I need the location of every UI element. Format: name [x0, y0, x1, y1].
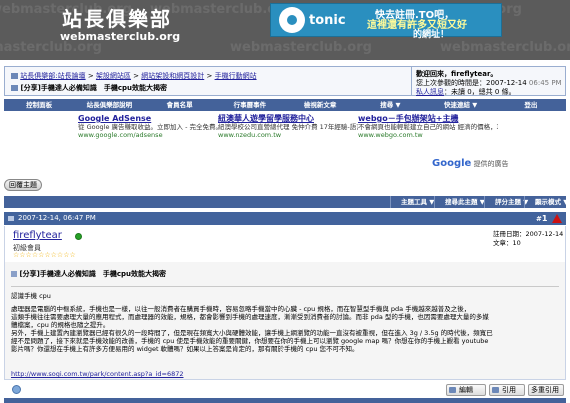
online-status-icon [75, 233, 82, 240]
user-info-box: 歡迎回來，fireflytear。 您上次參觀的時間是：2007-12-14 0… [411, 67, 567, 96]
private-messages-count: ：未讀 0，總共 0 條。 [444, 88, 516, 96]
current-thread-title-text: [分享]手機達人必備知識 手機cpu效能大揭密 [20, 84, 167, 92]
menu-calendar[interactable]: 行事曆事件 [215, 99, 285, 111]
menu-members[interactable]: 會員名單 [145, 99, 215, 111]
quote-post-button[interactable]: 引用 [489, 384, 525, 396]
reputation-icon[interactable] [12, 385, 21, 394]
banner-line-3: 的網址！ [413, 30, 450, 40]
post-number-value[interactable]: 1 [542, 214, 548, 223]
breadcrumb: 站長俱樂部:站長論壇 > 架設網站區 > 網站架設和網頁設計 > 手機行動網站 [11, 71, 257, 81]
current-username[interactable]: fireflytear [451, 70, 490, 78]
ad-text: 不會網頁也能輕鬆建立自己的網站 經濟的價格，功能強大的專業服務 [358, 123, 498, 131]
post-divider [11, 286, 559, 287]
watermark-text: webmasterclub.org [230, 40, 372, 55]
thread-tools-bar: 主題工具 ▼ 搜尋此主題 ▼ 評分主題 ▼ 顯示模式 ▼ [4, 196, 568, 208]
search-thread-menu[interactable]: 搜尋此主題 ▼ [434, 196, 485, 208]
last-visit-date: 2007-12-14 [486, 79, 527, 87]
ad-item[interactable]: webgo－手包辦架站+主機 不會網頁也能輕鬆建立自己的網站 經濟的價格，功能強… [358, 115, 498, 140]
banner-brand: tonic [309, 13, 346, 28]
post-paragraph: 體檔案，cpu 的規格也隨之提升。 [11, 321, 110, 329]
ad-url[interactable]: www.webgo.com.tw [358, 131, 498, 139]
post-number[interactable]: #1 [536, 212, 547, 226]
rate-thread-menu[interactable]: 評分主題 ▼ [484, 196, 528, 208]
breadcrumb-item[interactable]: 站長俱樂部:站長論壇 [20, 72, 85, 80]
banner-ad[interactable]: tonic 快去註冊.TO吧， 這裡還有許多又短又好 的網址！ [270, 3, 502, 40]
post-author-info: fireflytear 初級會員 ☆☆☆☆☆☆☆☆☆☆ 註冊日期：2007-12… [4, 226, 566, 262]
ad-item[interactable]: 紐澳華人遊學留學服務中心 紐澳學校公司直營總代理 免仲介費 17年經驗-語言 打… [218, 115, 358, 140]
site-logo-domain[interactable]: webmasterclub.org [60, 30, 180, 43]
post-paragraph: 經不是問題了，接下來就是手機效能的改善，手機的 cpu 使是手機效能的重要關鍵，… [11, 337, 489, 345]
post-paragraph: 認識手機 cpu [11, 292, 51, 300]
quote-icon [492, 387, 499, 393]
post-status-icon [8, 216, 14, 221]
tonic-logo-icon [279, 7, 305, 33]
current-thread-title: [分享]手機達人必備知識 手機cpu效能大揭密 [11, 83, 167, 93]
menu-control-panel[interactable]: 控制面板 [4, 99, 74, 111]
breadcrumb-item[interactable]: 架設網站區 [96, 72, 131, 80]
navbar: 站長俱樂部:站長論壇 > 架設網站區 > 網站架設和網頁設計 > 手機行動網站 … [4, 66, 566, 96]
posts-label: 文章： [493, 239, 513, 247]
breadcrumb-item[interactable]: 手機行動網站 [215, 72, 257, 80]
menu-quick-links[interactable]: 快速連結 ▼ [426, 99, 496, 111]
post-paragraph: 另外，手機上建置內建瀏覽器已經有很久的一段時間了，但是現在頻寬大小與硬體效能，讓… [11, 329, 493, 337]
post-author-stats: 註冊日期：2007-12-14 文章：10 [493, 230, 563, 248]
edit-post-label: 編輯 [459, 386, 473, 394]
joined-label: 註冊日期： [493, 230, 526, 238]
post-date: 2007-12-14, 06:47 PM [18, 214, 96, 222]
forum-home-icon[interactable] [11, 73, 18, 79]
joined-date: 2007-12-14 [525, 230, 564, 238]
multi-quote-button[interactable]: 多重引用 [528, 384, 564, 396]
welcome-separator: 。 [490, 70, 498, 78]
ads-by-label: 提供的廣告 [473, 160, 509, 168]
ad-item[interactable]: Google AdSense 從 Google 廣告賺取收益。立即加入 - 完全… [78, 115, 218, 140]
thread-icon [11, 85, 18, 91]
menu-help[interactable]: 站長俱樂部說明 [74, 99, 144, 111]
reply-thread-button[interactable]: 回覆主題 [4, 179, 42, 191]
post-title: [分享]手機達人必備知識 手機cpu效能大揭密 [11, 269, 559, 279]
menu-new-posts[interactable]: 檢視新文章 [285, 99, 355, 111]
google-logo: Google [432, 158, 472, 169]
edit-post-button[interactable]: 編輯 [446, 384, 486, 396]
menu-logout[interactable]: 登出 [496, 99, 566, 111]
post-body: [分享]手機達人必備知識 手機cpu效能大揭密 認識手機 cpu 處理器是電腦的… [4, 262, 566, 380]
private-messages-link[interactable]: 私人訊息 [416, 88, 444, 96]
watermark-text: webmasterclub.org [440, 40, 570, 55]
ad-text: 紐澳學校公司直營總代理 免仲介費 17年經驗-語言 打工度假 五星級遊學團 [218, 123, 358, 131]
ad-url[interactable]: www.nzedu.com.tw [218, 131, 358, 139]
post-header: 2007-12-14, 06:47 PM #1 [4, 212, 566, 225]
post-title-text: [分享]手機達人必備知識 手機cpu效能大揭密 [19, 270, 166, 278]
quote-post-label: 引用 [502, 386, 516, 394]
post-paragraph: 這類手機往往需要處理大量的應用程式，而處理器的效能，規格，都會影響到手機的處理速… [11, 313, 489, 321]
ads-by-google[interactable]: Google 提供的廣告 [432, 158, 509, 169]
breadcrumb-item[interactable]: 網站架設和網頁設計 [141, 72, 204, 80]
ad-url[interactable]: www.google.com/adsense [78, 131, 218, 139]
last-visit-time: 06:45 PM [528, 79, 562, 87]
post-paragraph: 影片嗎？你還想在手機上有許多方便易用的 widget 軟體嗎？如果以上答案是肯定… [11, 345, 359, 353]
ad-title[interactable]: Google AdSense [78, 115, 218, 123]
site-logo[interactable]: 站長俱樂部 [62, 3, 172, 32]
page-footer-bar [4, 398, 566, 403]
post-paragraph: 處理器是電腦的中樞系統，手機也是一樣，以往一般消費者在購買手機時，容易忽略手機當… [11, 305, 471, 313]
welcome-label: 歡迎回來， [416, 70, 451, 78]
edit-icon [449, 387, 456, 393]
display-mode-menu[interactable]: 顯示模式 ▼ [524, 196, 568, 208]
post-author-name[interactable]: fireflytear [13, 230, 62, 241]
site-header: webmasterclub.org webmasterclub.org webm… [0, 0, 570, 60]
last-visit-label: 您上次參觀的時間是 [416, 79, 479, 87]
ad-text: 從 Google 廣告賺取收益。立即加入 - 完全免費。 [78, 123, 218, 131]
multi-quote-label: 多重引用 [531, 386, 559, 394]
post-icon [11, 271, 17, 277]
ad-title[interactable]: 紐澳華人遊學留學服務中心 [218, 115, 358, 123]
ad-block: Google AdSense 從 Google 廣告賺取收益。立即加入 - 完全… [78, 115, 498, 175]
main-menu: 控制面板 站長俱樂部說明 會員名單 行事曆事件 檢視新文章 搜尋 ▼ 快速連結 … [4, 99, 566, 111]
report-post-icon[interactable] [552, 214, 562, 223]
posts-count: 10 [512, 239, 521, 247]
reputation-stars: ☆☆☆☆☆☆☆☆☆☆ [13, 251, 76, 259]
menu-search[interactable]: 搜尋 ▼ [355, 99, 425, 111]
thread-tools-menu[interactable]: 主題工具 ▼ [390, 196, 434, 208]
ad-title[interactable]: webgo－手包辦架站+主機 [358, 115, 498, 123]
post-source-link[interactable]: http://www.sogi.com.tw/park/content.asp?… [11, 370, 559, 378]
